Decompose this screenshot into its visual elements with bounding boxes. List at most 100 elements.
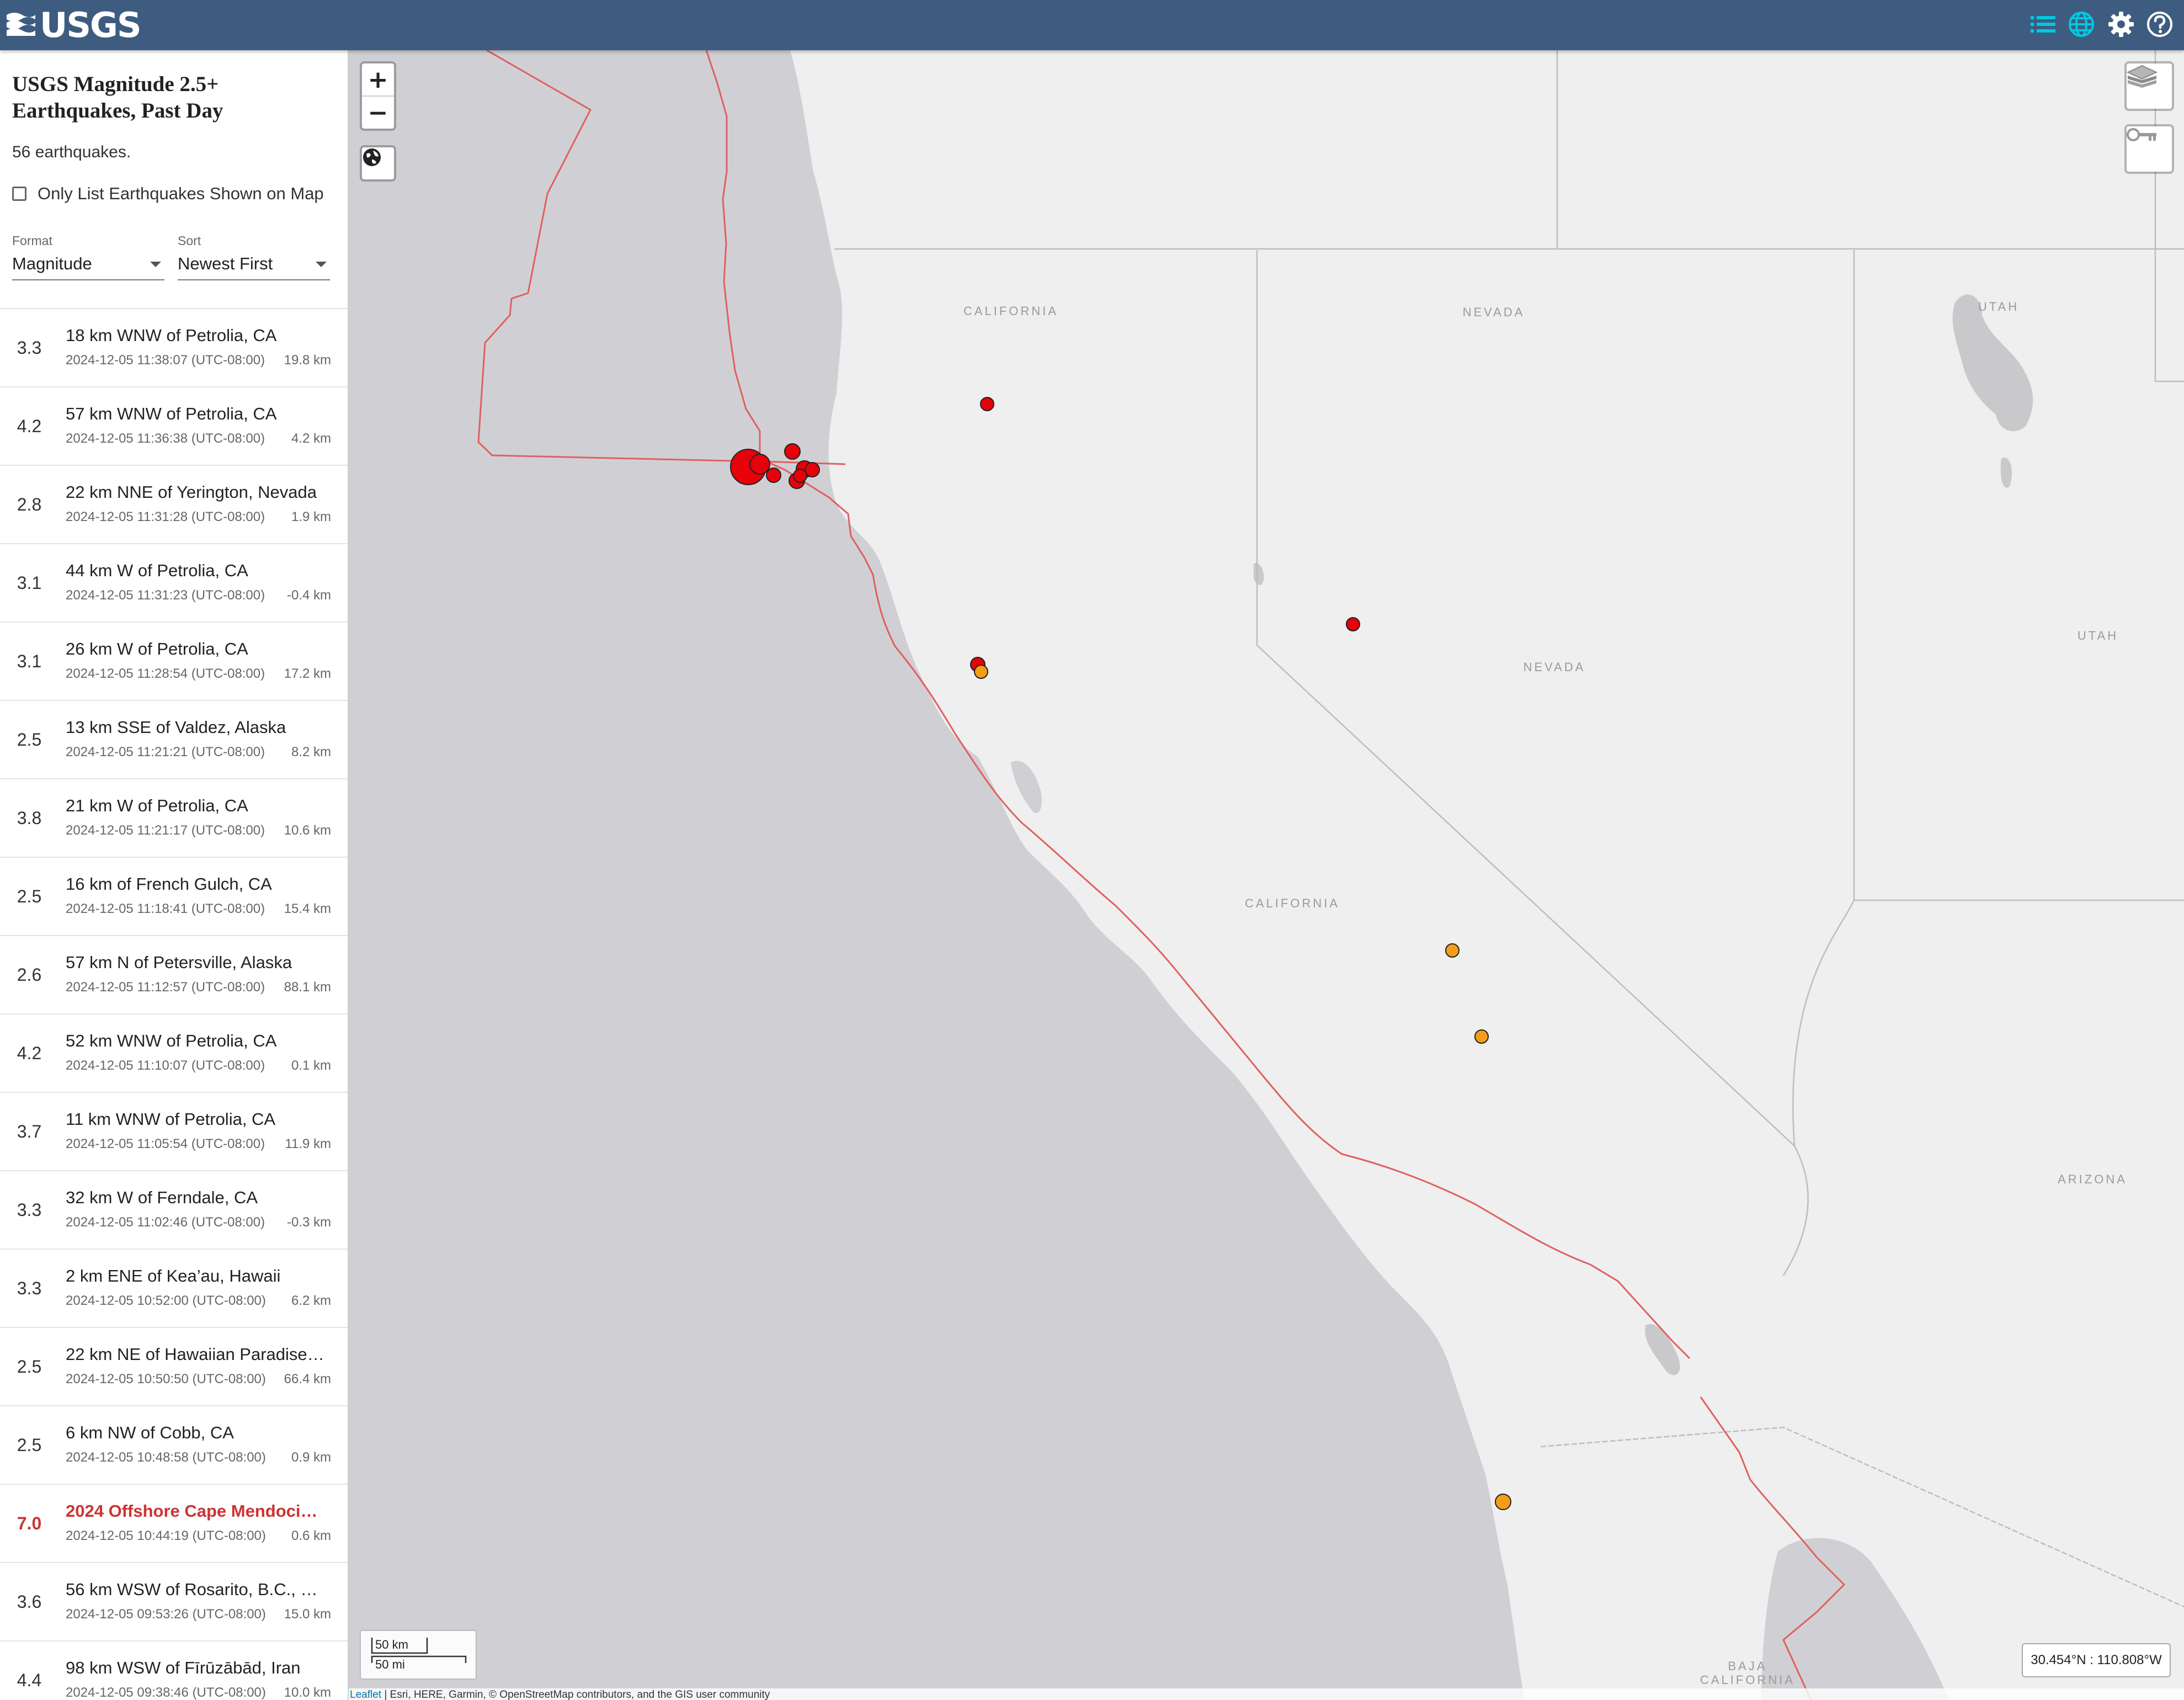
zoom-control: + − bbox=[360, 61, 396, 131]
label-utah-south: UTAH bbox=[2078, 629, 2118, 642]
magnitude: 4.2 bbox=[17, 1043, 42, 1063]
sort-value: Newest First bbox=[178, 254, 273, 273]
earthquake-marker[interactable] bbox=[1495, 1494, 1511, 1510]
scale-mi: 50 mi bbox=[375, 1658, 405, 1671]
earthquake-list-item[interactable]: 3.8 21 km W of Petrolia, CA 2024-12-05 11:… bbox=[0, 779, 348, 858]
dropdown-arrow-icon bbox=[316, 262, 327, 267]
magnitude: 3.8 bbox=[17, 808, 42, 828]
earthquake-marker[interactable] bbox=[784, 443, 801, 460]
magnitude: 3.3 bbox=[17, 338, 42, 358]
magnitude: 2.5 bbox=[17, 886, 42, 906]
place: 32 km W of Ferndale, CA bbox=[66, 1188, 258, 1207]
depth: 15.0 km bbox=[284, 1607, 331, 1622]
map-view[interactable]: CALIFORNIA NEVADA UTAH NEVADA UTAH CALIF… bbox=[349, 50, 2184, 1700]
earthquake-list-item[interactable]: 4.4 98 km WSW of Fīrūzābād, Iran 2024-12-0… bbox=[0, 1641, 348, 1700]
depth: 6.2 km bbox=[291, 1293, 331, 1308]
depth: 0.6 km bbox=[291, 1528, 331, 1543]
earthquake-marker[interactable] bbox=[766, 468, 781, 483]
time: 2024-12-05 11:12:57 (UTC-08:00) bbox=[66, 980, 265, 995]
magnitude: 3.3 bbox=[17, 1278, 42, 1298]
earthquake-list-item[interactable]: 3.3 2 km ENE of Kea’au, Hawaii 2024-12-05 … bbox=[0, 1250, 348, 1328]
lake-tahoe bbox=[1254, 563, 1264, 586]
earthquake-list-item[interactable]: 2.5 16 km of French Gulch, CA 2024-12-05 1… bbox=[0, 858, 348, 936]
list-title: USGS Magnitude 2.5+ Earthquakes, Past Da… bbox=[12, 72, 223, 123]
only-map-checkbox[interactable]: Only List Earthquakes Shown on Map bbox=[12, 184, 324, 204]
time: 2024-12-05 11:18:41 (UTC-08:00) bbox=[66, 901, 265, 916]
globe-icon bbox=[363, 148, 381, 166]
earthquake-list-item[interactable]: 2.5 22 km NE of Hawaiian Paradise Park, H… bbox=[0, 1328, 348, 1406]
place: 21 km W of Petrolia, CA bbox=[66, 796, 248, 815]
place: 11 km WNW of Petrolia, CA bbox=[66, 1109, 276, 1129]
utah-lake bbox=[2000, 458, 2012, 488]
earthquake-list-item[interactable]: 3.7 11 km WNW of Petrolia, CA 2024-12-05 1… bbox=[0, 1093, 348, 1171]
depth: 66.4 km bbox=[284, 1372, 331, 1386]
earthquake-list-item[interactable]: 3.3 32 km W of Ferndale, CA 2024-12-05 11:… bbox=[0, 1171, 348, 1250]
earthquake-list-item[interactable]: 7.0 2024 Offshore Cape Mendocino Earthqua… bbox=[0, 1485, 348, 1563]
depth: 19.8 km bbox=[284, 353, 331, 368]
format-select-group: Format Magnitude bbox=[12, 233, 164, 280]
place: 2 km ENE of Kea’au, Hawaii bbox=[66, 1266, 281, 1285]
sort-select[interactable]: Newest First bbox=[178, 254, 330, 280]
earthquake-list-item[interactable]: 3.6 56 km WSW of Rosarito, B.C., MX 2024-1… bbox=[0, 1563, 348, 1641]
place: 52 km WNW of Petrolia, CA bbox=[66, 1031, 277, 1050]
earthquake-list-item[interactable]: 2.5 6 km NW of Cobb, CA 2024-12-05 10:48:5… bbox=[0, 1406, 348, 1485]
list-icon[interactable] bbox=[2026, 8, 2059, 41]
zoom-out-button[interactable]: − bbox=[362, 97, 394, 129]
earthquake-list-item[interactable]: 2.5 13 km SSE of Valdez, Alaska 2024-12-05… bbox=[0, 701, 348, 779]
format-select[interactable]: Magnitude bbox=[12, 254, 164, 280]
time: 2024-12-05 11:28:54 (UTC-08:00) bbox=[66, 666, 265, 681]
map-attribution: Leaflet | Esri, HERE, Garmin, © OpenStre… bbox=[349, 1688, 2184, 1700]
earthquake-list-item[interactable]: 3.3 18 km WNW of Petrolia, CA 2024-12-05 1… bbox=[0, 309, 348, 387]
earthquake-list-item[interactable]: 4.2 52 km WNW of Petrolia, CA 2024-12-05 1… bbox=[0, 1014, 348, 1093]
attribution-text: | Esri, HERE, Garmin, © OpenStreetMap co… bbox=[381, 1689, 770, 1700]
earthquake-list-item[interactable]: 2.8 22 km NNE of Yerington, Nevada 2024-12… bbox=[0, 466, 348, 544]
magnitude: 2.6 bbox=[17, 965, 42, 985]
magnitude: 4.4 bbox=[17, 1670, 42, 1690]
label-california-south: CALIFORNIA bbox=[1245, 896, 1340, 910]
time: 2024-12-05 09:53:26 (UTC-08:00) bbox=[66, 1607, 266, 1622]
earthquake-marker[interactable] bbox=[793, 469, 807, 483]
place: 16 km of French Gulch, CA bbox=[66, 874, 272, 894]
place: 26 km W of Petrolia, CA bbox=[66, 639, 248, 658]
earthquake-marker[interactable] bbox=[1445, 943, 1459, 958]
zoom-in-button[interactable]: + bbox=[362, 63, 394, 97]
earthquake-list-item[interactable]: 3.1 26 km W of Petrolia, CA 2024-12-05 11:… bbox=[0, 623, 348, 701]
earthquake-marker[interactable] bbox=[980, 397, 994, 411]
earthquake-list-item[interactable]: 2.6 57 km N of Petersville, Alaska 2024-12… bbox=[0, 936, 348, 1014]
place: 6 km NW of Cobb, CA bbox=[66, 1423, 234, 1442]
leaflet-link[interactable]: Leaflet bbox=[350, 1689, 381, 1700]
legend-button[interactable] bbox=[2127, 126, 2172, 172]
world-view-control bbox=[360, 145, 396, 182]
format-label: Format bbox=[12, 233, 52, 248]
magnitude: 3.1 bbox=[17, 573, 42, 593]
earthquake-list-item[interactable]: 4.2 57 km WNW of Petrolia, CA 2024-12-05 1… bbox=[0, 387, 348, 466]
earthquake-marker[interactable] bbox=[1346, 617, 1360, 631]
globe-icon[interactable] bbox=[2065, 8, 2098, 41]
magnitude: 3.3 bbox=[17, 1200, 42, 1220]
checkbox-box[interactable] bbox=[12, 187, 26, 201]
san-francisco-bay bbox=[1011, 761, 1042, 813]
earthquake-marker[interactable] bbox=[749, 454, 770, 475]
great-salt-lake bbox=[1952, 294, 2033, 432]
magnitude: 2.5 bbox=[17, 730, 42, 750]
usgs-logo[interactable]: USGS bbox=[6, 3, 142, 46]
depth: 1.9 km bbox=[291, 509, 331, 524]
magnitude: 3.1 bbox=[17, 651, 42, 671]
only-map-label: Only List Earthquakes Shown on Map bbox=[38, 184, 324, 203]
magnitude: 3.7 bbox=[17, 1122, 42, 1141]
settings-gear-icon[interactable] bbox=[2105, 8, 2138, 41]
place: 2024 Offshore Cape Mendocino Earthquake bbox=[66, 1501, 325, 1521]
earthquake-marker[interactable] bbox=[974, 665, 988, 679]
world-view-button[interactable] bbox=[362, 147, 394, 179]
layers-button[interactable] bbox=[2127, 63, 2172, 109]
earthquake-marker[interactable] bbox=[1474, 1029, 1489, 1044]
place: 57 km N of Petersville, Alaska bbox=[66, 953, 292, 972]
place: 18 km WNW of Petrolia, CA bbox=[66, 326, 277, 345]
az-nv-border bbox=[1792, 900, 1855, 1146]
dropdown-arrow-icon bbox=[150, 262, 161, 267]
earthquake-marker[interactable] bbox=[805, 462, 820, 477]
place: 22 km NE of Hawaiian Paradise Park, Hawa… bbox=[66, 1345, 325, 1364]
earthquake-list-item[interactable]: 3.1 44 km W of Petrolia, CA 2024-12-05 11:… bbox=[0, 544, 348, 623]
help-icon[interactable] bbox=[2143, 8, 2176, 41]
depth: -0.3 km bbox=[286, 1215, 331, 1230]
